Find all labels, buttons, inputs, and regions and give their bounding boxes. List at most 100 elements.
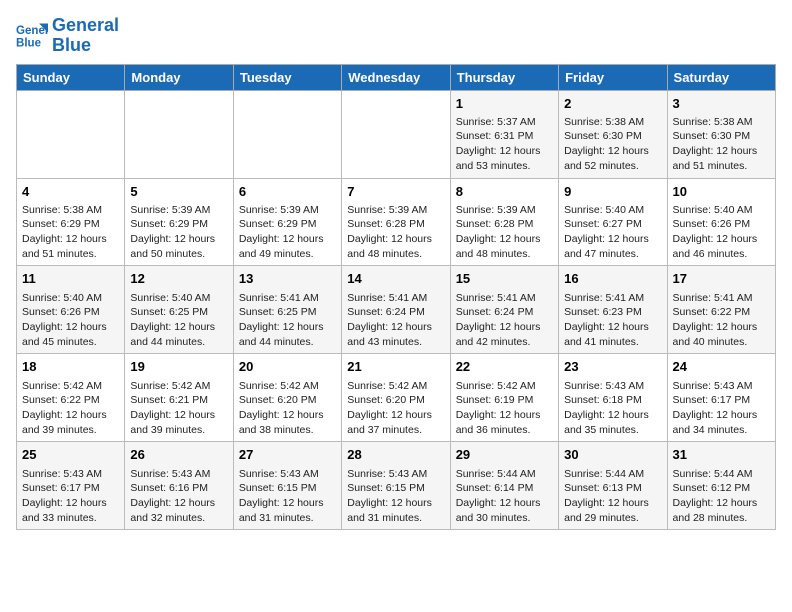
day-info: Sunrise: 5:39 AM Sunset: 6:29 PM Dayligh… bbox=[130, 203, 227, 262]
day-info: Sunrise: 5:41 AM Sunset: 6:24 PM Dayligh… bbox=[456, 291, 553, 350]
day-number: 4 bbox=[22, 183, 119, 201]
logo-text: General Blue bbox=[52, 16, 119, 56]
day-cell-26: 26 Sunrise: 5:43 AM Sunset: 6:16 PM Dayli… bbox=[125, 442, 233, 530]
svg-text:Blue: Blue bbox=[16, 37, 42, 49]
day-number: 17 bbox=[673, 270, 770, 288]
day-number: 9 bbox=[564, 183, 661, 201]
empty-cell bbox=[342, 90, 450, 178]
day-info: Sunrise: 5:42 AM Sunset: 6:20 PM Dayligh… bbox=[347, 379, 444, 438]
day-number: 23 bbox=[564, 358, 661, 376]
logo-icon: General Blue bbox=[16, 20, 48, 52]
day-cell-9: 9 Sunrise: 5:40 AM Sunset: 6:27 PM Daylig… bbox=[559, 178, 667, 266]
day-cell-29: 29 Sunrise: 5:44 AM Sunset: 6:14 PM Dayli… bbox=[450, 442, 558, 530]
day-info: Sunrise: 5:39 AM Sunset: 6:28 PM Dayligh… bbox=[347, 203, 444, 262]
day-info: Sunrise: 5:40 AM Sunset: 6:27 PM Dayligh… bbox=[564, 203, 661, 262]
day-info: Sunrise: 5:40 AM Sunset: 6:26 PM Dayligh… bbox=[22, 291, 119, 350]
day-number: 31 bbox=[673, 446, 770, 464]
day-number: 10 bbox=[673, 183, 770, 201]
empty-cell bbox=[233, 90, 341, 178]
day-cell-27: 27Sunrise: 5:43 AM Sunset: 6:15 PM Dayli… bbox=[233, 442, 341, 530]
page-header: General Blue General Blue bbox=[16, 16, 776, 56]
day-number: 12 bbox=[130, 270, 227, 288]
day-info: Sunrise: 5:43 AM Sunset: 6:15 PM Dayligh… bbox=[239, 467, 336, 526]
day-number: 25 bbox=[22, 446, 119, 464]
day-cell-16: 16 Sunrise: 5:41 AM Sunset: 6:23 PM Dayli… bbox=[559, 266, 667, 354]
day-cell-6: 6Sunrise: 5:39 AM Sunset: 6:29 PM Daylig… bbox=[233, 178, 341, 266]
day-number: 20 bbox=[239, 358, 336, 376]
day-number: 18 bbox=[22, 358, 119, 376]
day-info: Sunrise: 5:44 AM Sunset: 6:12 PM Dayligh… bbox=[673, 467, 770, 526]
day-number: 19 bbox=[130, 358, 227, 376]
calendar: SundayMondayTuesdayWednesdayThursdayFrid… bbox=[16, 64, 776, 531]
weekday-header-thursday: Thursday bbox=[450, 64, 558, 90]
day-cell-13: 13 Sunrise: 5:41 AM Sunset: 6:25 PM Dayli… bbox=[233, 266, 341, 354]
day-cell-4: 4 Sunrise: 5:38 AM Sunset: 6:29 PM Daylig… bbox=[17, 178, 125, 266]
day-number: 7 bbox=[347, 183, 444, 201]
day-cell-24: 24 Sunrise: 5:43 AM Sunset: 6:17 PM Dayli… bbox=[667, 354, 775, 442]
day-info: Sunrise: 5:40 AM Sunset: 6:26 PM Dayligh… bbox=[673, 203, 770, 262]
day-cell-7: 7 Sunrise: 5:39 AM Sunset: 6:28 PM Daylig… bbox=[342, 178, 450, 266]
day-info: Sunrise: 5:41 AM Sunset: 6:25 PM Dayligh… bbox=[239, 291, 336, 350]
weekday-header-tuesday: Tuesday bbox=[233, 64, 341, 90]
day-info: Sunrise: 5:38 AM Sunset: 6:29 PM Dayligh… bbox=[22, 203, 119, 262]
day-number: 1 bbox=[456, 95, 553, 113]
empty-cell bbox=[17, 90, 125, 178]
empty-cell bbox=[125, 90, 233, 178]
day-cell-22: 22 Sunrise: 5:42 AM Sunset: 6:19 PM Dayli… bbox=[450, 354, 558, 442]
day-info: Sunrise: 5:38 AM Sunset: 6:30 PM Dayligh… bbox=[564, 115, 661, 174]
day-number: 3 bbox=[673, 95, 770, 113]
day-info: Sunrise: 5:41 AM Sunset: 6:22 PM Dayligh… bbox=[673, 291, 770, 350]
day-cell-23: 23 Sunrise: 5:43 AM Sunset: 6:18 PM Dayli… bbox=[559, 354, 667, 442]
day-cell-5: 5Sunrise: 5:39 AM Sunset: 6:29 PM Daylig… bbox=[125, 178, 233, 266]
day-info: Sunrise: 5:44 AM Sunset: 6:13 PM Dayligh… bbox=[564, 467, 661, 526]
day-cell-25: 25 Sunrise: 5:43 AM Sunset: 6:17 PM Dayli… bbox=[17, 442, 125, 530]
day-cell-14: 14 Sunrise: 5:41 AM Sunset: 6:24 PM Dayli… bbox=[342, 266, 450, 354]
day-info: Sunrise: 5:42 AM Sunset: 6:19 PM Dayligh… bbox=[456, 379, 553, 438]
day-info: Sunrise: 5:37 AM Sunset: 6:31 PM Dayligh… bbox=[456, 115, 553, 174]
day-number: 29 bbox=[456, 446, 553, 464]
logo: General Blue General Blue bbox=[16, 16, 119, 56]
day-number: 11 bbox=[22, 270, 119, 288]
day-number: 24 bbox=[673, 358, 770, 376]
day-number: 30 bbox=[564, 446, 661, 464]
day-info: Sunrise: 5:43 AM Sunset: 6:18 PM Dayligh… bbox=[564, 379, 661, 438]
day-cell-21: 21 Sunrise: 5:42 AM Sunset: 6:20 PM Dayli… bbox=[342, 354, 450, 442]
day-number: 21 bbox=[347, 358, 444, 376]
day-cell-17: 17 Sunrise: 5:41 AM Sunset: 6:22 PM Dayli… bbox=[667, 266, 775, 354]
day-cell-18: 18 Sunrise: 5:42 AM Sunset: 6:22 PM Dayli… bbox=[17, 354, 125, 442]
day-cell-12: 12Sunrise: 5:40 AM Sunset: 6:25 PM Dayli… bbox=[125, 266, 233, 354]
day-info: Sunrise: 5:43 AM Sunset: 6:17 PM Dayligh… bbox=[673, 379, 770, 438]
day-info: Sunrise: 5:42 AM Sunset: 6:20 PM Dayligh… bbox=[239, 379, 336, 438]
day-cell-1: 1 Sunrise: 5:37 AM Sunset: 6:31 PM Daylig… bbox=[450, 90, 558, 178]
day-info: Sunrise: 5:43 AM Sunset: 6:15 PM Dayligh… bbox=[347, 467, 444, 526]
day-cell-31: 31 Sunrise: 5:44 AM Sunset: 6:12 PM Dayli… bbox=[667, 442, 775, 530]
day-number: 22 bbox=[456, 358, 553, 376]
day-info: Sunrise: 5:38 AM Sunset: 6:30 PM Dayligh… bbox=[673, 115, 770, 174]
day-info: Sunrise: 5:41 AM Sunset: 6:24 PM Dayligh… bbox=[347, 291, 444, 350]
day-info: Sunrise: 5:39 AM Sunset: 6:29 PM Dayligh… bbox=[239, 203, 336, 262]
day-info: Sunrise: 5:43 AM Sunset: 6:16 PM Dayligh… bbox=[130, 467, 227, 526]
day-cell-3: 3 Sunrise: 5:38 AM Sunset: 6:30 PM Daylig… bbox=[667, 90, 775, 178]
day-info: Sunrise: 5:41 AM Sunset: 6:23 PM Dayligh… bbox=[564, 291, 661, 350]
day-cell-2: 2Sunrise: 5:38 AM Sunset: 6:30 PM Daylig… bbox=[559, 90, 667, 178]
day-number: 14 bbox=[347, 270, 444, 288]
day-number: 15 bbox=[456, 270, 553, 288]
day-number: 8 bbox=[456, 183, 553, 201]
day-info: Sunrise: 5:42 AM Sunset: 6:21 PM Dayligh… bbox=[130, 379, 227, 438]
day-cell-11: 11 Sunrise: 5:40 AM Sunset: 6:26 PM Dayli… bbox=[17, 266, 125, 354]
day-cell-20: 20 Sunrise: 5:42 AM Sunset: 6:20 PM Dayli… bbox=[233, 354, 341, 442]
day-cell-10: 10 Sunrise: 5:40 AM Sunset: 6:26 PM Dayli… bbox=[667, 178, 775, 266]
day-info: Sunrise: 5:44 AM Sunset: 6:14 PM Dayligh… bbox=[456, 467, 553, 526]
day-number: 26 bbox=[130, 446, 227, 464]
day-cell-15: 15 Sunrise: 5:41 AM Sunset: 6:24 PM Dayli… bbox=[450, 266, 558, 354]
day-info: Sunrise: 5:43 AM Sunset: 6:17 PM Dayligh… bbox=[22, 467, 119, 526]
day-number: 13 bbox=[239, 270, 336, 288]
day-info: Sunrise: 5:39 AM Sunset: 6:28 PM Dayligh… bbox=[456, 203, 553, 262]
day-number: 16 bbox=[564, 270, 661, 288]
day-cell-8: 8 Sunrise: 5:39 AM Sunset: 6:28 PM Daylig… bbox=[450, 178, 558, 266]
day-info: Sunrise: 5:42 AM Sunset: 6:22 PM Dayligh… bbox=[22, 379, 119, 438]
weekday-header-wednesday: Wednesday bbox=[342, 64, 450, 90]
day-cell-19: 19 Sunrise: 5:42 AM Sunset: 6:21 PM Dayli… bbox=[125, 354, 233, 442]
weekday-header-friday: Friday bbox=[559, 64, 667, 90]
weekday-header-monday: Monday bbox=[125, 64, 233, 90]
